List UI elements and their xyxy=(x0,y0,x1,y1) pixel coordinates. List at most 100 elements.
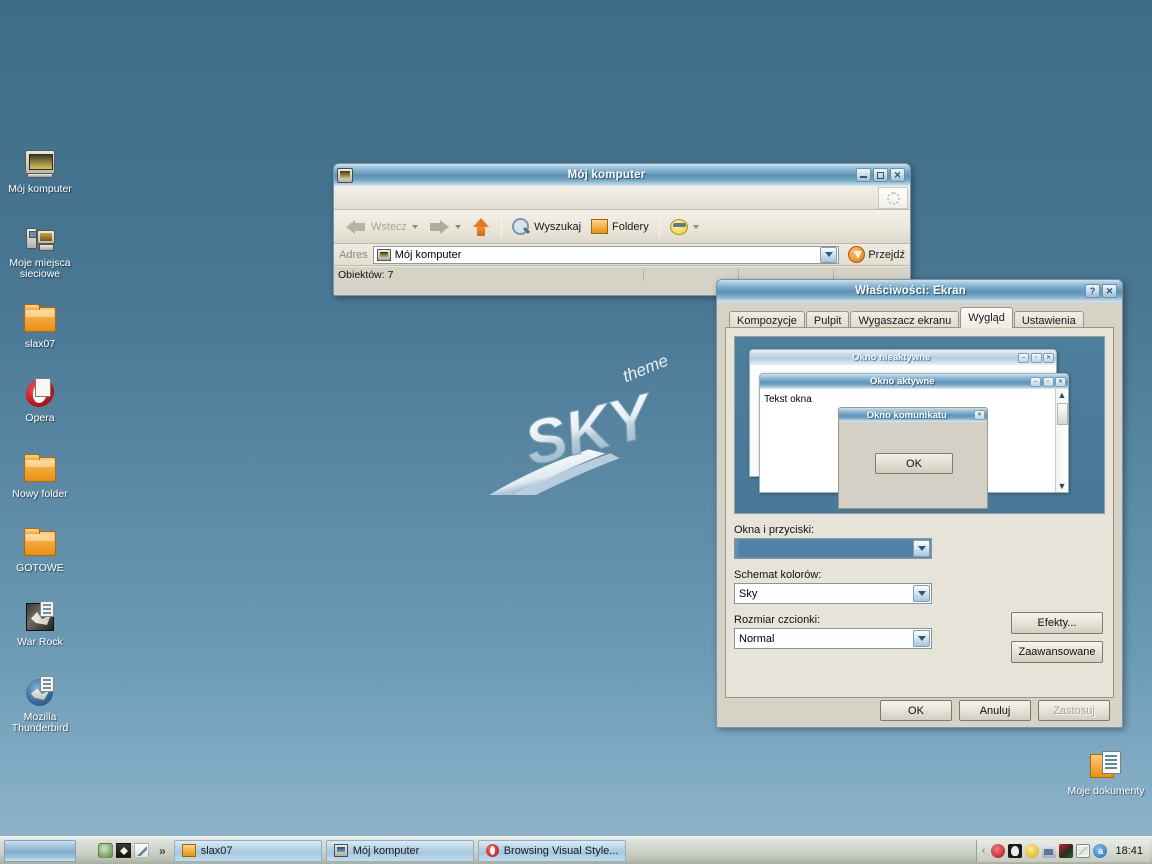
search-button[interactable]: Wyszukaj xyxy=(507,213,586,241)
minimize-icon[interactable] xyxy=(856,168,871,182)
help-icon[interactable]: ? xyxy=(1085,284,1100,298)
preview-inactive-titlebar: Okno nieaktywne – ▫ ✕ xyxy=(750,350,1056,365)
desktop-icon-my-computer[interactable]: Mój komputer xyxy=(2,148,78,195)
color-scheme-label: Schemat kolorów: xyxy=(734,569,822,581)
tray-expand-chevron-icon[interactable]: ‹ xyxy=(982,845,986,857)
quicklaunch-globe-icon[interactable] xyxy=(98,843,113,858)
desktop-icon-my-documents[interactable]: Moje dokumenty xyxy=(1064,750,1148,797)
close-icon: ✕ xyxy=(974,410,985,420)
tray-updates-icon[interactable]: a xyxy=(1093,843,1108,858)
desktop-icon-label: Moje dokumenty xyxy=(1067,785,1145,797)
color-scheme-select[interactable]: Sky xyxy=(734,583,932,604)
explorer-address-bar[interactable]: Adres Mój komputer Przejdź xyxy=(334,244,910,266)
quicklaunch-shield-icon[interactable] xyxy=(116,843,131,858)
desktop-icon-slax07[interactable]: slax07 xyxy=(2,303,78,350)
go-button[interactable]: Przejdź xyxy=(844,246,905,263)
appearance-preview: Okno nieaktywne – ▫ ✕ Okno aktywne – ▫ ✕… xyxy=(734,336,1105,514)
chevron-down-icon[interactable] xyxy=(913,540,930,557)
desktop-icon-mozilla-thunderbird[interactable]: Mozilla Thunderbird xyxy=(2,676,78,734)
desktop-icon-label: Moje miejsca sieciowe xyxy=(9,257,71,280)
task-buttons[interactable]: slax07 Mój komputer Browsing Visual Styl… xyxy=(173,839,976,862)
desktop-icon-label: slax07 xyxy=(24,338,56,350)
task-button-slax07[interactable]: slax07 xyxy=(173,839,322,862)
desktop-icon-gotowe[interactable]: GOTOWE xyxy=(2,527,78,574)
opera-icon xyxy=(485,844,499,857)
close-icon[interactable]: ✕ xyxy=(890,168,905,182)
folders-button[interactable]: Foldery xyxy=(586,213,654,241)
explorer-toolbar[interactable]: Wstecz Wyszukaj Foldery xyxy=(334,210,910,244)
network-places-icon xyxy=(24,222,56,254)
desktop-icon-nowy-folder[interactable]: Nowy folder xyxy=(2,453,78,500)
advanced-button[interactable]: Zaawansowane xyxy=(1011,641,1103,663)
my-computer-window[interactable]: Mój komputer ✕ Wstecz Wyszukaj Foldery A… xyxy=(333,163,911,296)
font-size-select[interactable]: Normal xyxy=(734,628,932,649)
minimize-icon: – xyxy=(1030,376,1041,387)
computer-icon xyxy=(24,148,56,180)
svg-text:theme: theme xyxy=(620,355,671,386)
explorer-titlebar-buttons[interactable]: ✕ xyxy=(856,168,907,182)
status-objects: Obiektów: 7 xyxy=(338,269,394,281)
tray-antivirus-icon[interactable] xyxy=(1008,843,1023,858)
quicklaunch-more-chevron[interactable]: » xyxy=(159,844,166,858)
tray-audio-icon[interactable] xyxy=(991,843,1006,858)
folders-label: Foldery xyxy=(612,220,649,233)
address-input[interactable]: Mój komputer xyxy=(372,245,840,264)
opera-icon xyxy=(24,377,56,409)
start-button[interactable] xyxy=(4,839,76,862)
font-size-value: Normal xyxy=(739,632,775,645)
explorer-menubar[interactable] xyxy=(334,186,910,210)
display-properties-titlebar-buttons[interactable]: ? ✕ xyxy=(1085,284,1119,298)
desktop-icon-opera[interactable]: Opera xyxy=(2,377,78,424)
desktop-icon-network-places[interactable]: Moje miejsca sieciowe xyxy=(2,222,78,280)
desktop-icon-label: War Rock xyxy=(17,636,63,648)
views-button[interactable] xyxy=(665,213,704,241)
display-properties-tabs[interactable]: Kompozycje Pulpit Wygaszacz ekranu Wyglą… xyxy=(725,307,1114,329)
go-label: Przejdź xyxy=(868,248,905,261)
quick-launch-bar[interactable]: » xyxy=(98,843,166,858)
close-icon: ✕ xyxy=(1055,376,1066,387)
maximize-icon[interactable] xyxy=(873,168,888,182)
address-dropdown-button[interactable] xyxy=(820,246,838,263)
scrollbar-thumb xyxy=(1057,403,1068,425)
task-button-opera[interactable]: Browsing Visual Style... xyxy=(477,839,626,862)
tray-display-icon[interactable] xyxy=(1059,843,1074,858)
taskbar[interactable]: » slax07 Mój komputer Browsing Visual St… xyxy=(0,836,1152,864)
system-tray[interactable]: ‹ a 18:41 xyxy=(975,839,1150,862)
desktop[interactable]: SKY theme Mój komputer Moje miejsca siec… xyxy=(0,0,1152,864)
tray-network-icon[interactable] xyxy=(1042,843,1057,858)
arrow-left-icon xyxy=(345,217,367,237)
tray-smiley-icon[interactable] xyxy=(1025,843,1040,858)
toolbar-separator xyxy=(658,215,660,238)
display-properties-dialog[interactable]: Właściwości: Ekran ? ✕ Kompozycje Pulpit… xyxy=(716,279,1123,728)
task-button-my-computer[interactable]: Mój komputer xyxy=(325,839,474,862)
maximize-icon: ▫ xyxy=(1042,376,1054,387)
computer-icon xyxy=(376,248,391,261)
display-properties-titlebar[interactable]: Właściwości: Ekran ? ✕ xyxy=(717,280,1122,302)
tab-label: Pulpit xyxy=(813,314,842,327)
windows-and-buttons-label: Okna i przyciski: xyxy=(734,524,815,536)
preview-inactive-title: Okno nieaktywne xyxy=(852,352,931,363)
explorer-titlebar[interactable]: Mój komputer ✕ xyxy=(334,164,910,186)
close-icon[interactable]: ✕ xyxy=(1102,284,1117,298)
search-label: Wyszukaj xyxy=(534,220,582,233)
taskbar-clock[interactable]: 18:41 xyxy=(1115,845,1143,857)
preview-ok-button: OK xyxy=(875,453,953,474)
desktop-icon-war-rock[interactable]: War Rock xyxy=(2,601,78,648)
up-button[interactable] xyxy=(466,213,496,241)
effects-button[interactable]: Efekty... xyxy=(1011,612,1103,634)
cancel-button[interactable]: Anuluj xyxy=(959,700,1031,721)
chevron-down-icon[interactable] xyxy=(913,630,930,647)
chevron-down-icon[interactable] xyxy=(913,585,930,602)
quicklaunch-editor-icon[interactable] xyxy=(134,843,149,858)
ok-button[interactable]: OK xyxy=(880,700,952,721)
windows-and-buttons-select[interactable] xyxy=(734,538,932,559)
folder-icon xyxy=(24,303,56,335)
back-button[interactable]: Wstecz xyxy=(340,213,423,241)
tray-mail-icon[interactable] xyxy=(1076,843,1091,858)
arrow-right-icon xyxy=(428,217,450,237)
chevron-down-icon xyxy=(692,224,699,229)
chevron-down-icon: ▼ xyxy=(1057,481,1067,491)
forward-button[interactable] xyxy=(423,213,466,241)
apply-button: Zastosuj xyxy=(1038,700,1110,721)
tab-wyglad[interactable]: Wygląd xyxy=(960,307,1013,328)
